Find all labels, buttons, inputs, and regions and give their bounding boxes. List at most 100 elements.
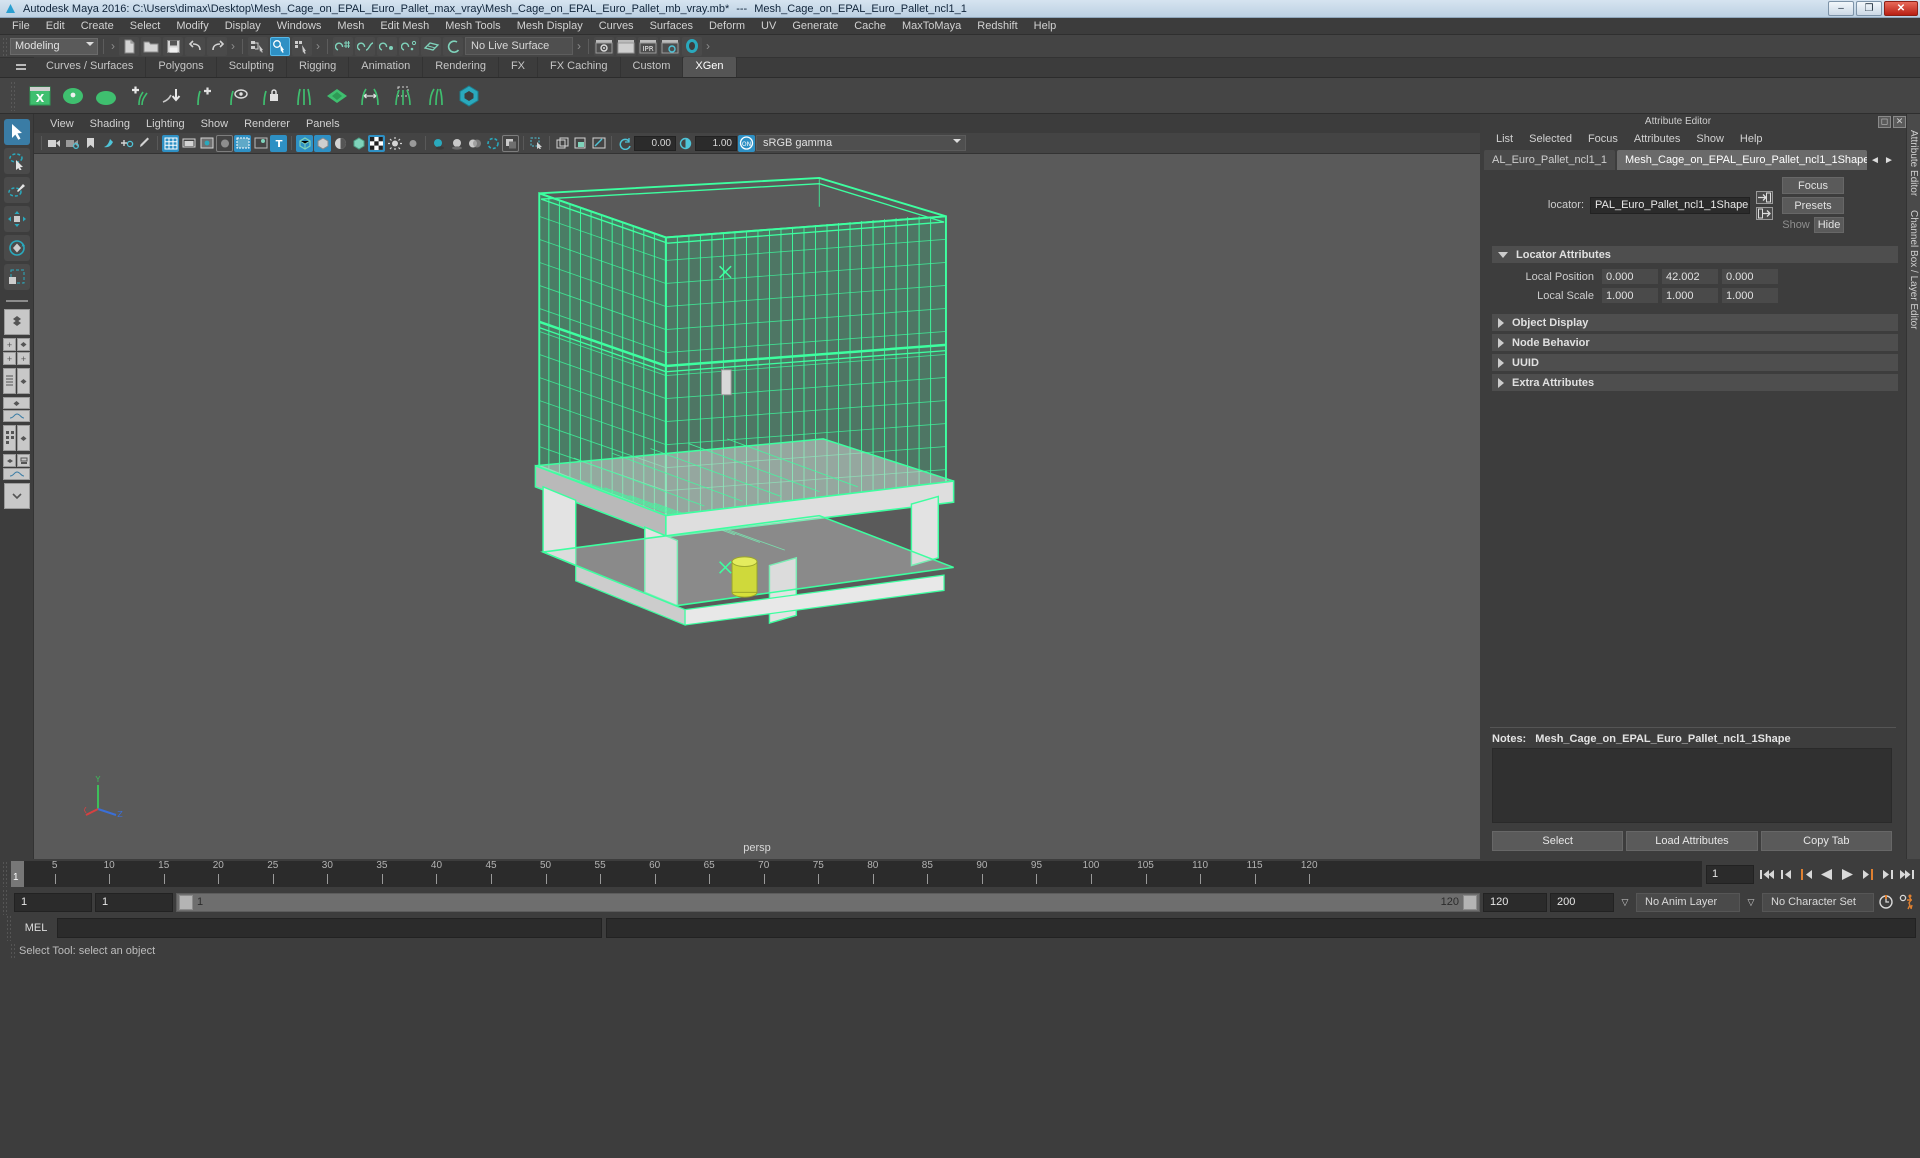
xray-joints-icon[interactable] [252,135,269,152]
render-current-frame-button[interactable] [594,36,614,56]
side-tab-attribute-editor[interactable]: Attribute Editor [1908,130,1919,196]
hide-button[interactable]: Hide [1814,217,1844,233]
ipr-render-button[interactable]: IPR [638,36,658,56]
outliner-persp-layout-group[interactable] [3,368,30,394]
command-result-field[interactable] [606,918,1916,938]
menu-item-cache[interactable]: Cache [846,18,894,35]
bookmark-icon[interactable] [82,135,99,152]
notes-textarea[interactable] [1492,748,1892,823]
make-live-button[interactable] [443,36,463,56]
select-camera-icon[interactable] [46,135,63,152]
select-by-object-button[interactable] [270,36,290,56]
layout-top-persp[interactable] [3,397,30,409]
current-frame-field[interactable]: 1 [1706,864,1754,884]
texture-shading-icon[interactable] [350,135,367,152]
rotate-tool-button[interactable] [3,235,30,261]
auto-keyframe-icon[interactable] [1877,892,1895,912]
paste-view-icon[interactable] [572,135,589,152]
local-position-y-input[interactable]: 42.002 [1662,269,1718,284]
command-line-grip[interactable] [6,915,13,941]
layout-bottom-graph[interactable] [3,410,30,422]
xgen-density-icon[interactable] [322,81,352,111]
xgen-lock-icon[interactable] [256,81,286,111]
section-object-display[interactable]: Object Display [1492,314,1898,331]
ae-menu-selected[interactable]: Selected [1521,133,1580,145]
layout-mini-panels[interactable] [17,454,30,467]
redo-button[interactable] [207,36,227,56]
shelf-menu-icon[interactable] [14,59,28,75]
layout-quad-bottom-right[interactable]: + [17,352,30,365]
menu-item-create[interactable]: Create [73,18,122,35]
xgen-new-primitive-icon[interactable] [190,81,220,111]
local-scale-y-input[interactable]: 1.000 [1662,288,1718,303]
select-by-hierarchy-button[interactable] [248,36,268,56]
menu-item-edit-mesh[interactable]: Edit Mesh [372,18,437,35]
next-key-icon[interactable] [1858,864,1876,884]
film-gate-icon[interactable] [180,135,197,152]
menu-item-display[interactable]: Display [217,18,269,35]
xgen-region-icon[interactable] [388,81,418,111]
ae-menu-help[interactable]: Help [1732,133,1771,145]
persp-graph-layout-group[interactable] [3,397,30,422]
collapse-icon-3[interactable]: › [314,39,322,53]
section-extra-attributes[interactable]: Extra Attributes [1492,374,1898,391]
color-management-dropdown[interactable]: sRGB gamma [756,135,966,151]
local-scale-z-input[interactable]: 1.000 [1722,288,1778,303]
menu-item-mesh-display[interactable]: Mesh Display [509,18,591,35]
resolution-gate-icon[interactable] [198,135,215,152]
viewport-menu-renderer[interactable]: Renderer [236,118,298,130]
maximize-button[interactable]: ❐ [1856,1,1882,16]
hypershade-persp-layout-group[interactable] [3,425,30,451]
range-slider-grip[interactable] [2,889,9,915]
layout-quad-top-right[interactable] [17,338,30,351]
step-forward-icon[interactable] [1878,864,1896,884]
shelf-tab-xgen[interactable]: XGen [683,57,737,77]
lasso-tool-button[interactable] [3,148,30,174]
local-position-z-input[interactable]: 0.000 [1722,269,1778,284]
show-button[interactable]: Show [1781,217,1811,233]
menu-item-maxtomaya[interactable]: MaxToMaya [894,18,969,35]
xgen-redshift-icon[interactable] [454,81,484,111]
xgen-add-description-icon[interactable] [124,81,154,111]
menu-item-edit[interactable]: Edit [38,18,73,35]
ae-tab-mesh-cage-shape[interactable]: Mesh_Cage_on_EPAL_Euro_Pallet_ncl1_1Shap… [1616,150,1867,170]
shelf-tab-polygons[interactable]: Polygons [146,57,217,77]
anim-layer-arrow-icon[interactable]: ▽ [1743,893,1759,912]
single-perspective-layout-button[interactable] [3,309,30,335]
exposure-reset-icon[interactable] [616,135,633,152]
undock-panel-icon[interactable]: ◻ [1878,115,1891,128]
local-position-x-input[interactable]: 0.000 [1602,269,1658,284]
new-scene-button[interactable] [119,36,139,56]
anim-start-field[interactable]: 120 [1483,892,1547,912]
motion-blur-icon[interactable] [466,135,483,152]
time-slider-grip[interactable] [2,861,9,887]
layout-hypershade-panel[interactable] [3,425,16,451]
command-language-label[interactable]: MEL [19,922,53,934]
side-tab-channel-box[interactable]: Channel Box / Layer Editor [1908,210,1919,330]
shaded-wireframe-icon[interactable] [332,135,349,152]
menu-item-surfaces[interactable]: Surfaces [642,18,701,35]
collapse-icon[interactable]: › [109,39,117,53]
xgen-visibility-icon[interactable] [223,81,253,111]
playback-options-arrow-icon[interactable]: ▽ [1617,893,1633,912]
shelf-grip[interactable] [10,80,17,111]
step-back-icon[interactable] [1778,864,1796,884]
ambient-occlusion-icon[interactable] [448,135,465,152]
live-surface-field[interactable]: No Live Surface [465,37,573,55]
isolate-select-icon[interactable] [528,135,545,152]
viewport-menu-view[interactable]: View [42,118,82,130]
viewport-menu-shading[interactable]: Shading [82,118,138,130]
menu-set-selector[interactable]: Modeling [10,37,98,55]
render-settings-button[interactable] [660,36,680,56]
menu-item-windows[interactable]: Windows [269,18,330,35]
close-button[interactable]: ✕ [1884,1,1918,16]
snap-to-projected-center-button[interactable] [399,36,419,56]
presets-button[interactable]: Presets [1782,197,1844,214]
menu-item-help[interactable]: Help [1026,18,1065,35]
ae-menu-focus[interactable]: Focus [1580,133,1626,145]
go-to-start-icon[interactable] [1758,864,1776,884]
menu-item-redshift[interactable]: Redshift [969,18,1025,35]
persp-outliner-graph-group[interactable] [3,454,30,480]
shelf-tab-rendering[interactable]: Rendering [423,57,499,77]
collapse-icon-2[interactable]: › [229,39,237,53]
